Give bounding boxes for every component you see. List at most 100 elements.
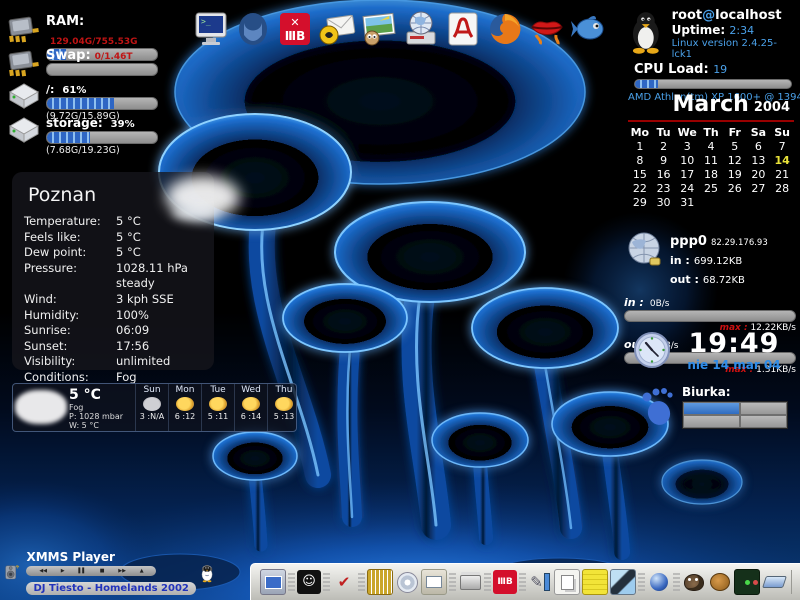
kernel-version: Linux version 2.4.25-lck1	[672, 38, 796, 60]
forecast-day: Tue5 :11	[201, 384, 234, 431]
clipboard-icon[interactable]	[554, 569, 580, 595]
forecast-day: Thu5 :13	[267, 384, 300, 431]
cd-burner-icon[interactable]	[395, 570, 419, 594]
desktop-pager-widget: Biurka:	[640, 385, 796, 429]
current-temp: 5 °C	[69, 387, 135, 403]
pager-desktop-4[interactable]	[740, 415, 787, 428]
gqview-icon[interactable]	[734, 569, 760, 595]
acrobat-icon[interactable]	[444, 9, 482, 49]
storage-detail: (7.68G/19.23G)	[46, 145, 158, 156]
net-out-total: out :68.72KB	[670, 268, 768, 287]
fog-cloud-wisp	[172, 206, 220, 220]
cloud-icon	[143, 397, 161, 411]
current-pressure: P: 1028 mbar	[69, 412, 135, 421]
net-in-bar	[624, 310, 796, 322]
draw-pen-icon[interactable]: ✎	[528, 570, 552, 594]
bluefish-icon[interactable]	[570, 9, 608, 49]
current-wind: W: 5 °C	[69, 421, 135, 430]
applet-handle[interactable]	[638, 573, 645, 591]
root-bar	[46, 97, 158, 110]
pager-desktop-2[interactable]	[740, 402, 787, 415]
uptime: Uptime: 2:34	[672, 23, 796, 37]
penguin-headphones-icon	[200, 550, 214, 596]
weather-row: Visibility:unlimited	[24, 354, 202, 370]
ram-chip-icon	[6, 10, 42, 44]
forecast-day: Mon6 :12	[168, 384, 201, 431]
application-dock: >_ ✕ ⅢB	[192, 9, 608, 49]
mbank-icon[interactable]: ✕ ⅢB	[276, 9, 314, 49]
storage-label: storage:	[46, 116, 103, 130]
desktop: RAM:129.04G/755.53G Swap:0/1.46T /:61%	[0, 0, 800, 600]
sticky-note-icon[interactable]	[582, 569, 608, 595]
root-label: /:	[46, 83, 54, 96]
prev-button[interactable]: ◀◀	[39, 566, 47, 576]
mail-icon[interactable]	[318, 9, 356, 49]
gnome-foot-icon	[640, 385, 674, 427]
pager-desktop-1[interactable]	[683, 402, 740, 415]
hard-disk-icon	[6, 78, 42, 112]
web-drive-icon[interactable]	[402, 9, 440, 49]
cpu-load-bar	[634, 79, 792, 89]
cpu-load: CPU Load: 19	[634, 62, 796, 77]
svg-text:✕: ✕	[290, 16, 299, 29]
weather-row: Humidity:100%	[24, 308, 202, 324]
hostname: root@localhost	[672, 8, 796, 23]
red-check-icon[interactable]: ✔	[332, 570, 356, 594]
applet-handle[interactable]	[288, 573, 295, 591]
mbank-taskbar-icon[interactable]: ⅢB	[493, 570, 517, 594]
date-text: nie 14 mar 04	[672, 358, 796, 372]
applet-handle[interactable]	[673, 573, 680, 591]
next-button[interactable]: ▶▶	[118, 566, 126, 576]
applet-handle[interactable]	[323, 573, 330, 591]
swap-label: Swap:	[46, 48, 91, 63]
terminal-icon[interactable]: >_	[192, 9, 230, 49]
multimedia-person-icon[interactable]: ☺	[297, 570, 321, 594]
sun-cloud-icon	[176, 397, 194, 411]
image-viewer-icon[interactable]	[360, 9, 398, 49]
net-interface: ppp082.29.176.93	[670, 230, 768, 249]
weather-row: Sunset:17:56	[24, 339, 202, 355]
swap-monitor: Swap: 0/1.46T	[6, 44, 158, 78]
fog-condition-icon	[15, 390, 67, 424]
printer-icon[interactable]	[458, 570, 482, 594]
red-lips-icon[interactable]	[528, 9, 566, 49]
root-percent: 61%	[62, 85, 86, 96]
swap-chip-icon	[6, 44, 42, 78]
weather-row: Pressure:1028.11 hPa steady	[24, 261, 202, 292]
applet-handle[interactable]	[358, 573, 365, 591]
scanner-icon[interactable]	[762, 570, 786, 594]
play-button[interactable]: ▶	[61, 566, 65, 576]
web-monkey-icon[interactable]	[708, 570, 732, 594]
file-manager-icon[interactable]	[421, 569, 447, 595]
pager-desktop-3[interactable]	[683, 415, 740, 428]
ram-label: RAM:	[46, 14, 84, 29]
pause-button[interactable]: ▌▌	[78, 566, 86, 576]
speaker-icon	[4, 550, 20, 594]
tux-icon	[628, 8, 664, 54]
film-strip-icon[interactable]	[367, 569, 393, 595]
sun-cloud-icon	[209, 397, 227, 411]
sun-cloud-icon	[275, 397, 293, 411]
applet-handle[interactable]	[449, 573, 456, 591]
applet-handle[interactable]	[519, 573, 526, 591]
weather-row: Wind:3 kph SSE	[24, 292, 202, 308]
globe-network-icon	[624, 230, 664, 270]
pager-grid	[682, 401, 788, 429]
applet-handle[interactable]	[484, 573, 491, 591]
current-conditions: 5 °C Fog P: 1028 mbar W: 5 °C	[69, 384, 135, 431]
desktop-computer-icon[interactable]	[260, 569, 286, 595]
xmms-controls: ◀◀ ▶ ▌▌ ■ ▶▶ ▲	[26, 566, 156, 576]
storage-bar	[46, 131, 158, 144]
stop-button[interactable]: ■	[100, 566, 105, 576]
calendar-grid: MoTuWeThFrSaSu 1234567 891011121314 1516…	[628, 126, 794, 209]
eject-button[interactable]: ▲	[140, 566, 144, 576]
net-in-rate: in :0B/s	[624, 291, 796, 310]
gimp-icon[interactable]	[682, 570, 706, 594]
photo-app-icon[interactable]	[610, 569, 636, 595]
forecast-day: Wed6 :14	[234, 384, 267, 431]
forecast-day: Sun3 :N/A	[135, 384, 168, 431]
firefox-icon[interactable]	[486, 9, 524, 49]
swap-value: 0/1.46T	[95, 52, 133, 62]
blue-sphere-icon[interactable]	[647, 570, 671, 594]
blue-mask-icon[interactable]	[234, 9, 272, 49]
